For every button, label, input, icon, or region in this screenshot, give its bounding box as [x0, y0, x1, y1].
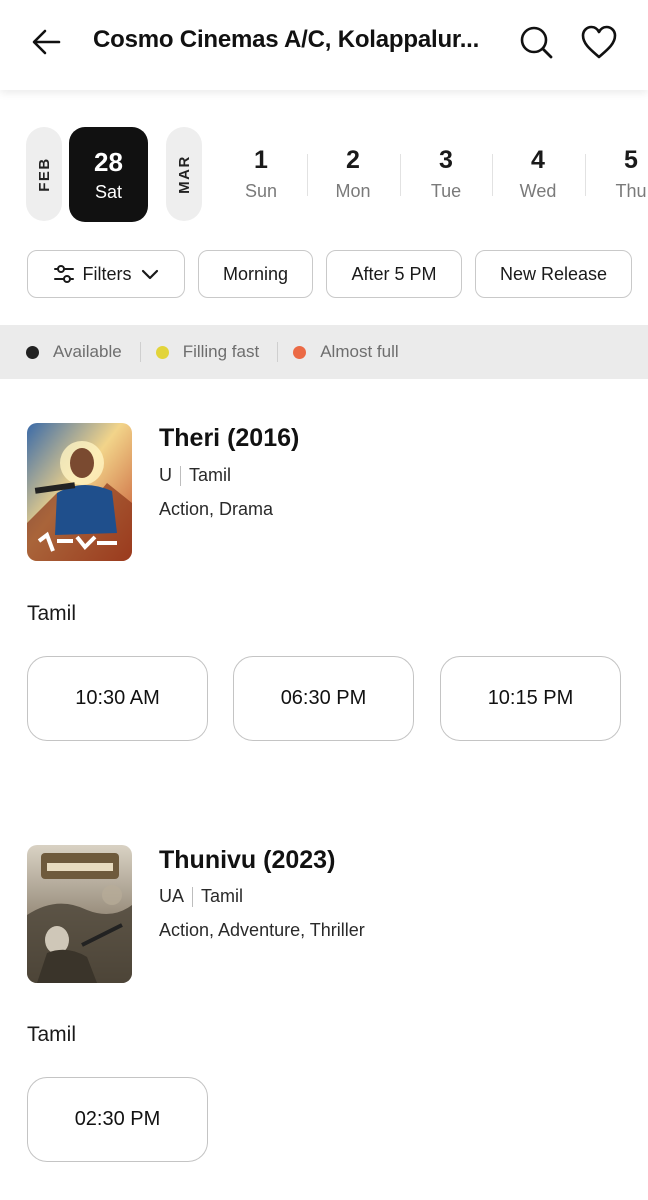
date-item[interactable]: 2 Mon [307, 146, 399, 206]
date-weekday: Sun [244, 181, 278, 201]
date-number: 5 [624, 146, 638, 174]
month-label-text: FEB [35, 156, 53, 192]
back-button[interactable] [28, 24, 64, 60]
date-item[interactable]: 4 Wed [492, 146, 584, 206]
date-number: 4 [531, 146, 545, 174]
date-weekday: Thu [615, 181, 647, 201]
legend-item-filling-fast: Filling fast [155, 342, 260, 362]
arrow-left-icon [32, 29, 61, 55]
date-number: 2 [346, 146, 360, 174]
date-weekday: Mon [335, 181, 371, 201]
showtime-button[interactable]: 06:30 PM [233, 656, 414, 741]
movie-rating: U [159, 465, 172, 485]
showtime-button[interactable]: 10:30 AM [27, 656, 208, 741]
legend-item-available: Available [26, 342, 122, 362]
legend-dot [26, 345, 39, 359]
month-label-feb: FEB [26, 127, 62, 221]
date-weekday: Sat [94, 182, 123, 202]
date-selector: FEB 28 Sat MAR 1 Sun 2 Mon 3 Tue 4 Wed 5… [0, 126, 648, 224]
movie-meta: UA Tamil [159, 886, 243, 907]
favorite-button[interactable] [578, 22, 620, 62]
date-item[interactable]: 3 Tue [400, 146, 492, 206]
legend-label: Available [53, 342, 122, 361]
legend-divider [139, 342, 141, 362]
date-item[interactable]: 1 Sun [215, 146, 307, 206]
movie-title[interactable]: Theri (2016) [159, 424, 299, 453]
movie-poster[interactable] [27, 423, 132, 561]
search-button[interactable] [516, 22, 556, 62]
top-app-bar: Cosmo Cinemas A/C, Kolappalur... [0, 0, 648, 90]
month-label-mar: MAR [166, 127, 202, 221]
meta-divider [180, 465, 181, 486]
search-icon [520, 26, 553, 59]
movie-title[interactable]: Thunivu (2023) [159, 846, 335, 875]
availability-legend: Available Filling fast Almost full [0, 325, 648, 379]
filters-button[interactable]: Filters [27, 250, 185, 298]
movie-meta: U Tamil [159, 465, 231, 486]
date-item[interactable]: 5 Thu [585, 146, 648, 206]
movie-poster[interactable] [27, 845, 132, 983]
chip-label: New Release [499, 263, 608, 284]
filter-chip-after-5pm[interactable]: After 5 PM [326, 250, 462, 298]
legend-label: Filling fast [182, 342, 260, 361]
chip-label: Morning [222, 263, 289, 284]
showtime-button[interactable]: 02:30 PM [27, 1077, 208, 1162]
show-language: Tamil [27, 1023, 77, 1046]
chip-label: After 5 PM [351, 263, 437, 284]
filter-chip-new-release[interactable]: New Release [475, 250, 632, 298]
movie-rating: UA [159, 886, 185, 906]
month-label-text: MAR [175, 154, 193, 194]
date-item-selected[interactable]: 28 Sat [69, 127, 148, 222]
legend-label: Almost full [320, 342, 399, 361]
sliders-icon [53, 265, 74, 283]
filters-label: Filters [82, 263, 132, 284]
poster-image [27, 423, 132, 561]
date-number: 28 [94, 147, 123, 177]
meta-divider [192, 886, 194, 907]
filter-chip-morning[interactable]: Morning [198, 250, 313, 298]
legend-item-almost-full: Almost full [293, 342, 399, 362]
legend-dot [155, 345, 169, 359]
poster-image [27, 845, 132, 983]
date-number: 3 [439, 146, 453, 174]
legend-dot [293, 345, 307, 359]
movie-language: Tamil [201, 886, 244, 906]
show-language: Tamil [27, 602, 77, 625]
heart-icon [581, 25, 617, 59]
movie-language: Tamil [189, 465, 232, 485]
movie-genres: Action, Adventure, Thriller [159, 920, 365, 940]
chevron-down-icon [141, 269, 158, 280]
cinema-title: Cosmo Cinemas A/C, Kolappalur... [93, 26, 480, 53]
date-number: 1 [254, 146, 268, 174]
date-weekday: Wed [519, 181, 557, 201]
movie-genres: Action, Drama [159, 499, 274, 519]
showtime-button[interactable]: 10:15 PM [440, 656, 621, 741]
date-weekday: Tue [430, 181, 462, 201]
legend-divider [277, 342, 279, 362]
